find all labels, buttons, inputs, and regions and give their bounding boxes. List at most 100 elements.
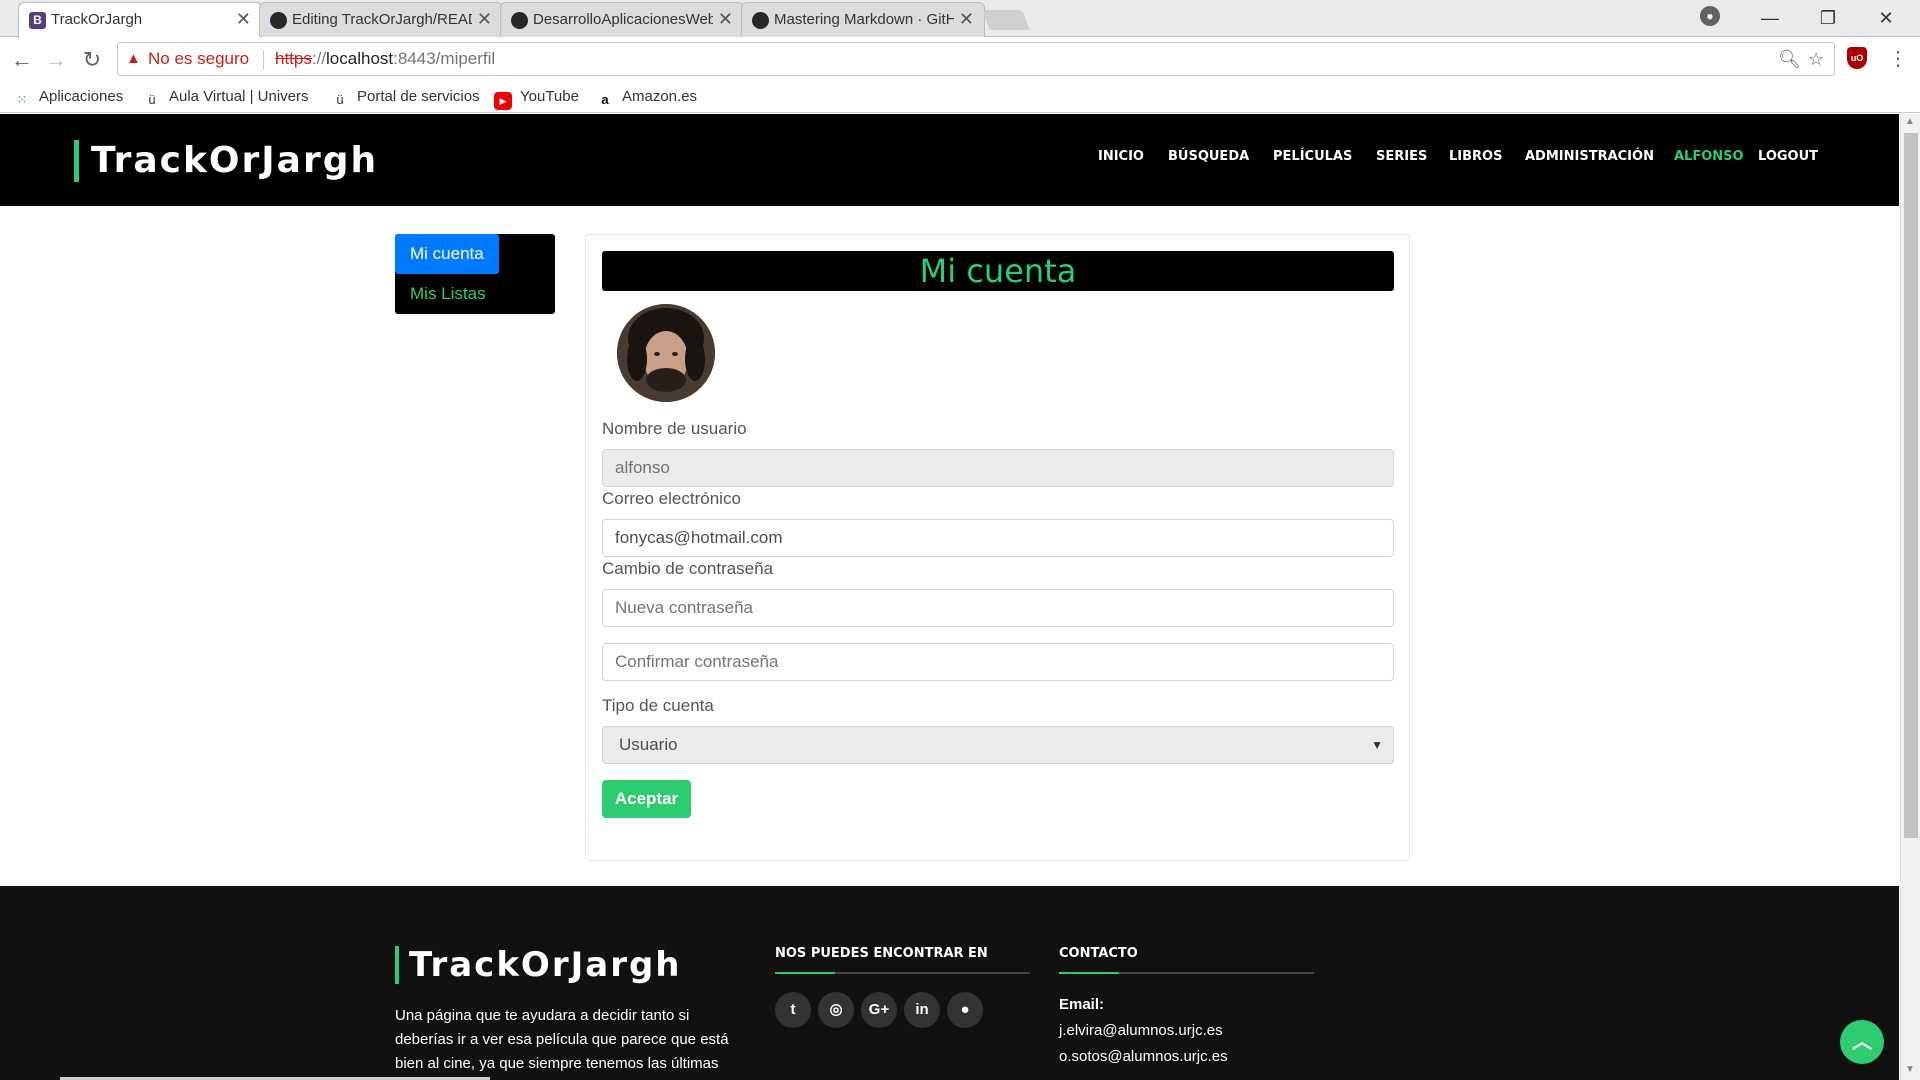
profile-icon[interactable]: ● — [1700, 6, 1720, 26]
account-type-value: Usuario — [619, 735, 678, 754]
window-close-icon[interactable]: ✕ — [1860, 3, 1912, 33]
site-navbar: TrackOrJargh INICIO BÚSQUEDA PELÍCULAS S… — [0, 114, 1899, 206]
new-password-field[interactable] — [602, 589, 1394, 627]
url-scheme: https — [275, 49, 312, 68]
bookmark-star-icon[interactable]: ☆ — [1808, 43, 1824, 75]
avatar-portrait-icon — [617, 304, 715, 402]
scroll-thumb[interactable] — [1904, 133, 1918, 838]
github-favicon-icon — [270, 12, 287, 29]
github-icon[interactable]: ● — [947, 992, 983, 1028]
github-favicon-icon — [511, 12, 528, 29]
footer-description: Una página que te ayudara a decidir tant… — [395, 1007, 729, 1072]
twitter-icon[interactable]: t — [775, 992, 811, 1028]
close-tab-icon[interactable]: ✕ — [959, 3, 974, 36]
restore-icon[interactable]: ❐ — [1802, 3, 1854, 33]
footer-email-2[interactable]: o.sotos@alumnos.urjc.es — [1059, 1048, 1228, 1065]
page-scrollbar[interactable]: ▲ ▼ — [1900, 114, 1920, 1080]
zoom-icon[interactable]: 🔍︎ — [1778, 43, 1801, 75]
footer-email-1[interactable]: j.elvira@alumnos.urjc.es — [1059, 1022, 1223, 1039]
tab-trackorjargh[interactable]: B TrackOrJargh ✕ — [18, 2, 262, 38]
footer-contact-heading: CONTACTO — [1059, 946, 1138, 961]
footer-social-heading: NOS PUEDES ENCONTRAR EN — [775, 946, 988, 961]
urjc-icon: ü — [336, 92, 344, 107]
bookmark-label: Portal de servicios — [357, 88, 480, 105]
bookmark-label: Aplicaciones — [39, 88, 124, 105]
password-change-label: Cambio de contraseña — [602, 559, 774, 578]
ublock-extension-icon[interactable]: uO — [1847, 47, 1867, 69]
side-menu-mis-listas[interactable]: Mis Listas — [395, 274, 555, 314]
nav-libros[interactable]: LIBROS — [1449, 149, 1502, 164]
close-tab-icon[interactable]: ✕ — [236, 3, 251, 36]
reload-icon[interactable]: ↻ — [78, 46, 106, 74]
security-status-text: No es seguro — [148, 49, 250, 68]
bookmark-portal-servicios[interactable]: ü Portal de servicios — [331, 85, 480, 109]
username-label: Nombre de usuario — [602, 419, 747, 438]
side-menu-mi-cuenta[interactable]: Mi cuenta — [395, 234, 499, 274]
linkedin-icon[interactable]: in — [904, 992, 940, 1028]
instagram-icon[interactable]: ◎ — [818, 992, 854, 1028]
nav-busqueda[interactable]: BÚSQUEDA — [1168, 149, 1249, 164]
nav-logout[interactable]: LOGOUT — [1758, 149, 1818, 164]
browser-toolbar: ← → ↻ ▲ No es seguro https://localhost:8… — [0, 38, 1920, 80]
scroll-down-icon[interactable]: ▼ — [1905, 1064, 1915, 1075]
tab-title: Editing TrackOrJargh/README.md — [292, 11, 472, 28]
confirm-password-field[interactable] — [602, 643, 1394, 681]
close-tab-icon[interactable]: ✕ — [718, 3, 733, 36]
browser-menu-icon[interactable]: ⋮ — [1888, 46, 1908, 71]
nav-peliculas[interactable]: PELÍCULAS — [1273, 149, 1352, 164]
profile-card-title: Mi cuenta — [602, 251, 1394, 291]
github-favicon-icon — [752, 12, 769, 29]
bootstrap-favicon-icon: B — [29, 12, 46, 29]
site-footer: TrackOrJargh Una página que te ayudara a… — [0, 886, 1899, 1080]
footer-email-label: Email: — [1059, 996, 1105, 1013]
address-bar[interactable]: ▲ No es seguro https://localhost:8443/mi… — [117, 42, 1835, 76]
bookmarks-bar: ⁙ Aplicaciones ü Aula Virtual | Universida… — [0, 80, 1920, 113]
email-label: Correo electrónico — [602, 489, 741, 508]
tab-editing-readme[interactable]: Editing TrackOrJargh/README.md ✕ — [259, 2, 503, 37]
tab-desarrollo[interactable]: DesarrolloAplicacionesWeb ✕ — [500, 2, 744, 37]
username-field[interactable] — [602, 449, 1394, 487]
back-to-top-button[interactable]: ︿ — [1840, 1020, 1884, 1064]
close-tab-icon[interactable]: ✕ — [477, 3, 492, 36]
url-host: localhost — [326, 49, 394, 68]
nav-inicio[interactable]: INICIO — [1098, 149, 1144, 164]
site-brand-logo[interactable]: TrackOrJargh — [74, 140, 378, 182]
nav-user-alfonso[interactable]: ALFONSO — [1674, 149, 1744, 164]
bookmark-aula-virtual[interactable]: ü Aula Virtual | Universidad — [143, 85, 309, 109]
omnibox-divider — [263, 50, 264, 70]
nav-series[interactable]: SERIES — [1376, 149, 1427, 164]
tab-title: TrackOrJargh — [51, 11, 143, 28]
aceptar-button[interactable]: Aceptar — [602, 780, 691, 818]
account-type-select[interactable]: Usuario ▼ — [602, 726, 1394, 764]
bookmark-youtube[interactable]: ▶ YouTube — [494, 85, 579, 110]
url-text[interactable]: https://localhost:8443/miperfil — [275, 43, 495, 75]
url-path: :8443/miperfil — [393, 49, 496, 68]
minimize-icon[interactable]: — — [1744, 3, 1796, 33]
new-tab-button[interactable] — [982, 10, 1030, 30]
tab-mastering-markdown[interactable]: Mastering Markdown · GitHub ✕ — [741, 2, 985, 37]
youtube-icon: ▶ — [494, 92, 512, 110]
back-arrow-icon[interactable]: ← — [8, 46, 36, 74]
warning-triangle-icon: ▲ — [126, 50, 141, 67]
urjc-icon: ü — [148, 92, 156, 107]
apps-grid-icon: ⁙ — [16, 92, 28, 107]
url-separator: :// — [311, 49, 327, 68]
bookmark-amazon[interactable]: a Amazon.es — [596, 85, 697, 109]
profile-card: Mi cuenta Nombre de usuario Correo elect… — [585, 234, 1410, 861]
google-plus-icon[interactable]: G+ — [861, 992, 897, 1028]
browser-tab-strip: B TrackOrJargh ✕ Editing TrackOrJargh/RE… — [0, 0, 1920, 38]
footer-social-rule-accent — [775, 972, 835, 974]
bookmark-aplicaciones[interactable]: ⁙ Aplicaciones — [13, 85, 124, 109]
bookmark-label: Aula Virtual | Universidad — [169, 88, 309, 105]
bookmark-label: YouTube — [520, 88, 579, 105]
chevron-down-icon: ▼ — [1371, 738, 1383, 752]
footer-brand-logo: TrackOrJargh — [395, 946, 682, 984]
profile-side-menu: Mi cuenta Mis Listas — [395, 234, 555, 314]
web-page: TrackOrJargh INICIO BÚSQUEDA PELÍCULAS S… — [0, 114, 1899, 1080]
forward-arrow-icon[interactable]: → — [42, 46, 70, 74]
amazon-icon: a — [601, 92, 609, 107]
email-field[interactable] — [602, 519, 1394, 557]
tab-title: DesarrolloAplicacionesWeb — [533, 11, 713, 28]
nav-administracion[interactable]: ADMINISTRACIÓN — [1525, 149, 1654, 164]
scroll-up-icon[interactable]: ▲ — [1905, 116, 1915, 127]
